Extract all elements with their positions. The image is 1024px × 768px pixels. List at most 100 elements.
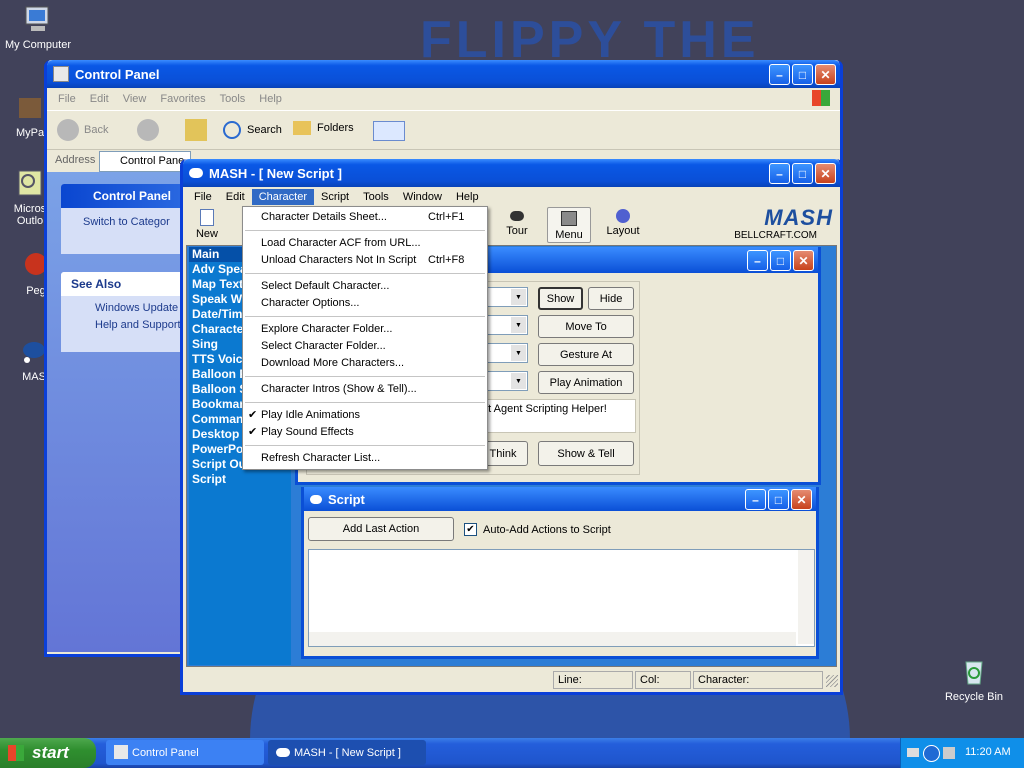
side-title: Control Panel	[93, 189, 172, 203]
folders-button[interactable]: Folders	[293, 121, 354, 135]
menu-item-load-acf[interactable]: Load Character ACF from URL...	[243, 235, 487, 252]
mash-titlebar[interactable]: MASH - [ New Script ] – □ ✕	[183, 159, 840, 187]
checkmark-icon: ✔	[248, 409, 258, 421]
maximize-button[interactable]: □	[770, 250, 791, 271]
menu-item-select-folder[interactable]: Select Character Folder...	[243, 338, 487, 355]
back-button[interactable]: Back	[57, 119, 108, 141]
help-support-link[interactable]: Help and Support	[61, 314, 183, 331]
menu-file[interactable]: File	[187, 189, 219, 205]
menu-item-play-sound[interactable]: ✔ Play Sound Effects	[243, 424, 487, 441]
menu-item-character-intros[interactable]: Character Intros (Show & Tell)...	[243, 381, 487, 398]
minimize-button[interactable]: –	[769, 163, 790, 184]
script-panel-titlebar[interactable]: Script – □ ✕	[304, 487, 816, 511]
minimize-button[interactable]: –	[769, 64, 790, 85]
menu-item-label: Play Sound Effects	[261, 426, 354, 438]
move-to-button[interactable]: Move To	[538, 315, 634, 338]
play-animation-button[interactable]: Play Animation	[538, 371, 634, 394]
network-icon[interactable]	[943, 747, 955, 759]
add-last-action-button[interactable]: Add Last Action	[308, 517, 454, 541]
show-tell-button[interactable]: Show & Tell	[538, 441, 634, 466]
address-field[interactable]: Control Pane	[99, 151, 191, 172]
menu-item-unload-characters[interactable]: Unload Characters Not In Script Ctrl+F8	[243, 252, 487, 269]
clock: 11:20 AM	[965, 746, 1011, 758]
menu-item-character-details[interactable]: Character Details Sheet... Ctrl+F1	[243, 209, 487, 226]
tour-label: Tour	[506, 225, 528, 237]
keyboard-icon[interactable]	[907, 748, 919, 757]
folders-icon	[293, 121, 311, 135]
layout-button[interactable]: Layout	[601, 209, 645, 237]
vertical-scrollbar[interactable]	[798, 550, 814, 644]
mash-logo: MASH BELLCRAFT.COM	[711, 205, 835, 243]
mash-icon	[276, 748, 290, 757]
checkmark-icon: ✔	[248, 426, 258, 438]
menu-item-explore-folder[interactable]: Explore Character Folder...	[243, 321, 487, 338]
up-folder-icon[interactable]	[185, 119, 207, 141]
close-button[interactable]: ✕	[815, 163, 836, 184]
folder-icon	[14, 92, 46, 124]
menu-item-play-idle[interactable]: ✔ Play Idle Animations	[243, 407, 487, 424]
menu-window[interactable]: Window	[396, 189, 449, 205]
side-pane: Control Panel Switch to Categor See Also…	[47, 172, 197, 652]
desktop-icon-my-computer[interactable]: My Computer	[0, 4, 78, 51]
taskbar-item-mash[interactable]: MASH - [ New Script ]	[268, 740, 426, 765]
menu-tools[interactable]: Tools	[213, 91, 253, 107]
menu-item-character-options[interactable]: Character Options...	[243, 295, 487, 312]
windows-update-link[interactable]: Windows Update	[61, 296, 183, 314]
chevron-down-icon: ▼	[511, 345, 526, 361]
task-label: Control Panel	[132, 746, 199, 759]
minimize-button[interactable]: –	[747, 250, 768, 271]
logo-subtext: BELLCRAFT.COM	[734, 230, 817, 241]
minimize-button[interactable]: –	[745, 489, 766, 510]
auto-add-checkbox[interactable]: ✔ Auto-Add Actions to Script	[464, 523, 611, 536]
control-panel-menubar: File Edit View Favorites Tools Help	[47, 88, 840, 110]
resize-grip[interactable]	[826, 675, 838, 687]
new-button[interactable]: New	[189, 209, 225, 240]
tour-button[interactable]: Tour	[495, 209, 539, 237]
menu-edit[interactable]: Edit	[83, 91, 116, 107]
menu-separator	[245, 445, 485, 446]
menu-tools[interactable]: Tools	[356, 189, 396, 205]
switch-to-category-link[interactable]: Switch to Categor	[61, 208, 183, 228]
horizontal-scrollbar[interactable]	[309, 632, 796, 646]
menu-separator	[245, 376, 485, 377]
menu-file[interactable]: File	[51, 91, 83, 107]
menu-character[interactable]: Character	[251, 189, 314, 205]
menu-view[interactable]: View	[116, 91, 154, 107]
desktop-icon-label: My Computer	[4, 39, 72, 51]
taskbar-item-control-panel[interactable]: Control Panel	[106, 740, 264, 765]
menu-help[interactable]: Help	[449, 189, 486, 205]
start-button[interactable]: start	[0, 738, 96, 768]
mash-title-icon	[189, 168, 203, 178]
menu-edit[interactable]: Edit	[219, 189, 252, 205]
desktop-icon-recycle-bin[interactable]: Recycle Bin	[934, 656, 1014, 703]
search-button[interactable]: Search	[223, 121, 282, 139]
forward-button[interactable]	[137, 119, 159, 141]
gesture-at-button[interactable]: Gesture At	[538, 343, 634, 366]
hide-button[interactable]: Hide	[588, 287, 634, 310]
speech-text-field[interactable]: oft Agent Scripting Helper!	[478, 399, 636, 433]
see-also-item: Windows Update	[95, 302, 179, 314]
maximize-button[interactable]: □	[792, 163, 813, 184]
script-text-area[interactable]	[308, 549, 815, 647]
menu-help[interactable]: Help	[252, 91, 289, 107]
menu-button[interactable]: Menu	[547, 207, 591, 243]
views-button[interactable]	[373, 121, 405, 141]
menu-item-label: Load Character ACF from URL...	[261, 237, 421, 249]
menu-item-shortcut: Ctrl+F8	[428, 254, 465, 266]
menu-script[interactable]: Script	[314, 189, 356, 205]
menu-item-download-characters[interactable]: Download More Characters...	[243, 355, 487, 372]
menu-favorites[interactable]: Favorites	[153, 91, 212, 107]
control-panel-titlebar[interactable]: Control Panel – □ ✕	[47, 60, 840, 88]
chevron-left-icon[interactable]	[923, 745, 940, 762]
menu-item-refresh-list[interactable]: Refresh Character List...	[243, 450, 487, 467]
close-button[interactable]: ✕	[815, 64, 836, 85]
menu-item-select-default[interactable]: Select Default Character...	[243, 278, 487, 295]
close-button[interactable]: ✕	[793, 250, 814, 271]
list-item[interactable]: Script	[189, 472, 291, 487]
maximize-button[interactable]: □	[768, 489, 789, 510]
menu-icon	[561, 211, 577, 226]
menu-item-label: Play Idle Animations	[261, 409, 361, 421]
close-button[interactable]: ✕	[791, 489, 812, 510]
show-button[interactable]: Show	[538, 287, 583, 310]
maximize-button[interactable]: □	[792, 64, 813, 85]
